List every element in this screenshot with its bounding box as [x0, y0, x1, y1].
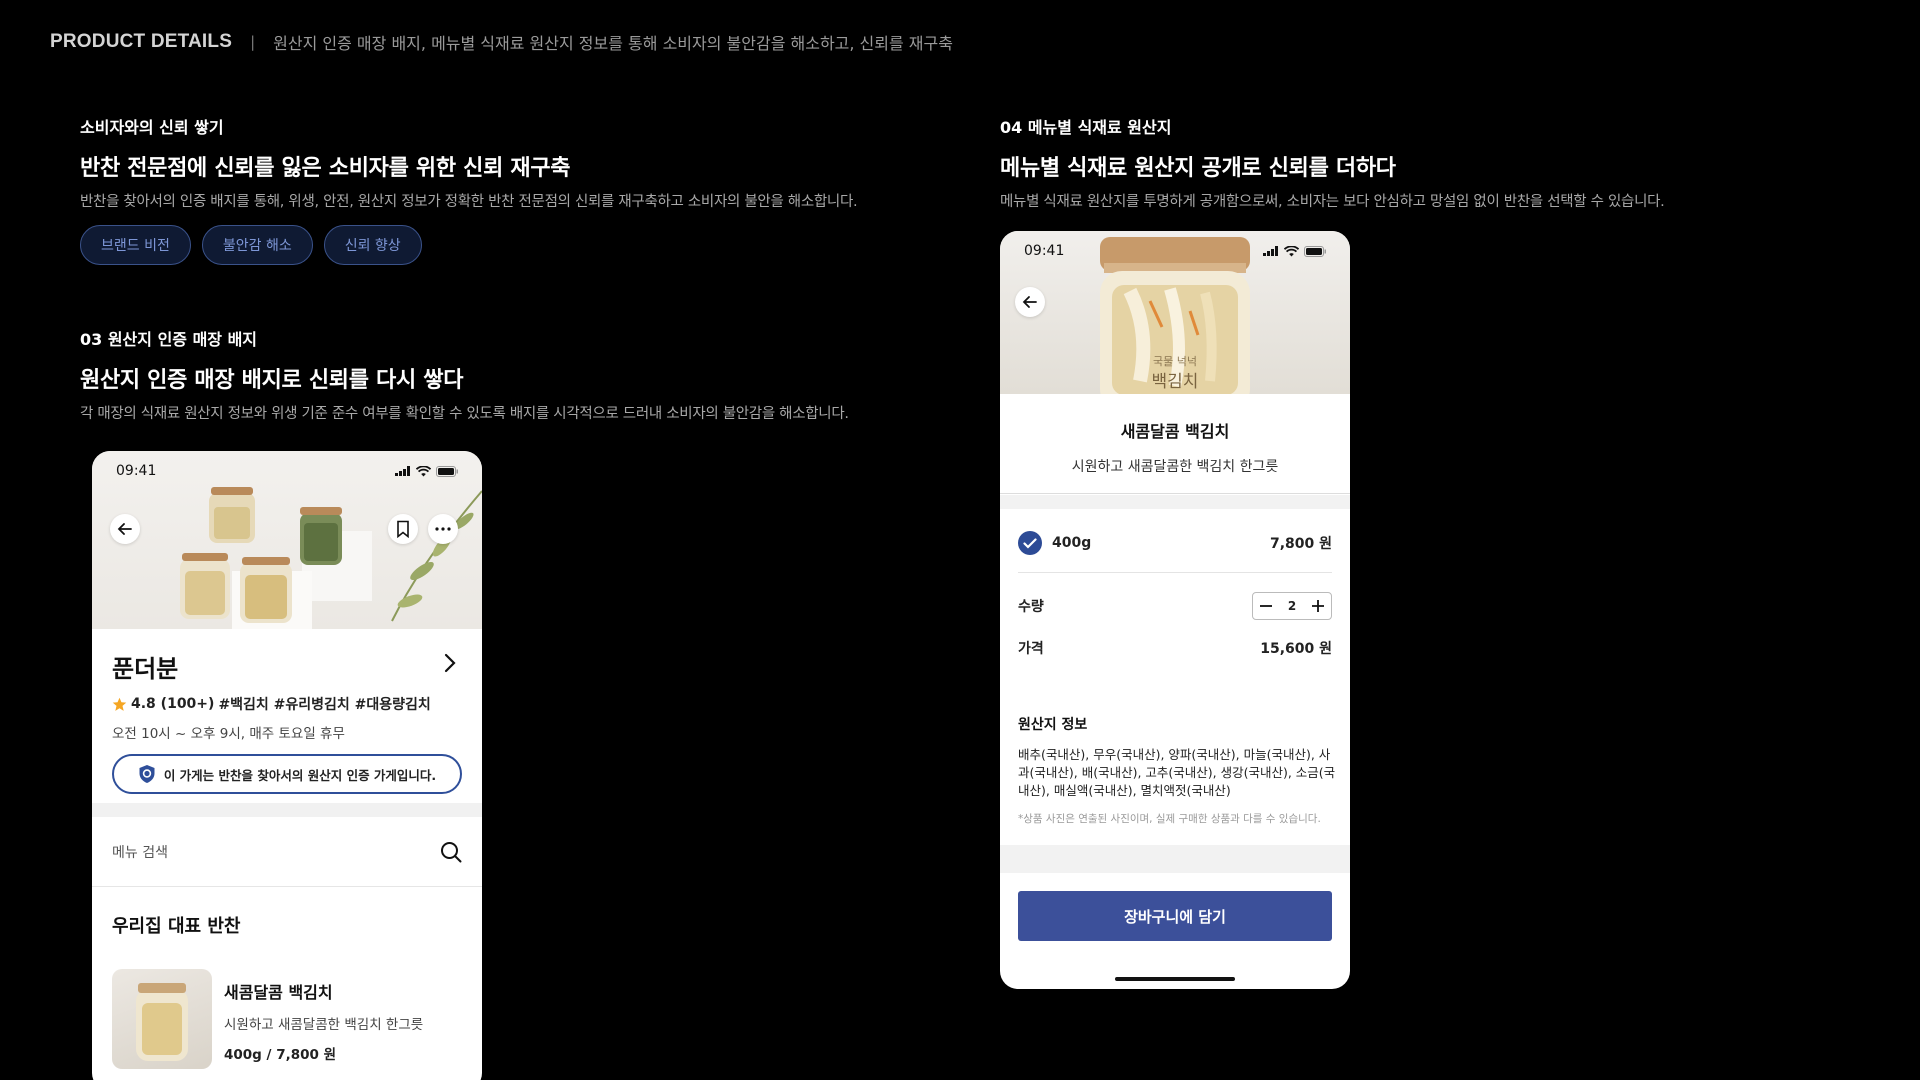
quantity-stepper[interactable]: 2: [1252, 592, 1332, 620]
store-detail-button[interactable]: [444, 653, 456, 677]
row-divider: [1018, 572, 1332, 573]
menu-item-name: 새콤달콤 백김치: [224, 983, 333, 1002]
status-bar: 09:41: [92, 451, 482, 491]
price-value: 15,600 원: [1260, 641, 1332, 657]
origin-info-text: 배추(국내산), 무우(국내산), 양파(국내산), 마늘(국내산), 사과(국…: [1018, 747, 1336, 799]
status-bar: 09:41: [1000, 231, 1350, 271]
more-button[interactable]: [428, 514, 458, 544]
status-icons: [395, 465, 458, 477]
store-rating-row: 4.8 (100+) #백김치 #유리병김치 #대용량김치: [112, 694, 462, 714]
menu-item-weight: 400g: [224, 1047, 262, 1063]
menu-item-text: 새콤달콤 백김치 시원하고 새콤달콤한 백김치 한그릇 400g / 7,800…: [224, 969, 423, 1069]
header-separator: |: [250, 33, 256, 51]
store-phone-mockup: 09:41 푼더분 4.8 (100+) #백김치 #유리병김치 #대용량김치 …: [92, 451, 482, 1080]
store-name: 푼더분: [112, 655, 179, 683]
section-description: 각 매장의 식재료 원산지 정보와 위생 기준 준수 여부를 확인할 수 있도록…: [80, 406, 849, 422]
minus-icon[interactable]: [1259, 599, 1273, 613]
section-trust: 소비자와의 신뢰 쌓기 반찬 전문점에 신뢰를 잃은 소비자를 위한 신뢰 재구…: [80, 114, 858, 265]
search-input[interactable]: 메뉴 검색: [112, 842, 168, 862]
back-button[interactable]: [1015, 287, 1045, 317]
menu-item-card[interactable]: 새콤달콤 백김치 시원하고 새콤달콤한 백김치 한그릇 400g / 7,800…: [112, 969, 462, 1069]
menu-item-price-row: 400g / 7,800 원: [224, 1043, 423, 1063]
menu-section-title: 우리집 대표 반찬: [112, 916, 241, 937]
status-time: 09:41: [116, 463, 157, 479]
section-divider: [92, 803, 482, 817]
arrow-left-icon: [117, 523, 132, 535]
signal-icon: [395, 466, 410, 476]
store-hashtags: #백김치 #유리병김치 #대용량김치: [218, 697, 431, 713]
option-checkbox[interactable]: [1018, 531, 1042, 555]
header-description: 원산지 인증 매장 배지, 메뉴별 식재료 원산지 정보를 통해 소비자의 불안…: [273, 34, 953, 53]
quantity-label: 수량: [1018, 599, 1044, 615]
bookmark-icon: [397, 520, 409, 538]
section-headline: 반찬 전문점에 신뢰를 잃은 소비자를 위한 신뢰 재구축: [80, 156, 571, 181]
cert-badge-text: 이 가게는 반찬을 찾아서의 원산지 인증 가게입니다.: [163, 767, 437, 783]
chevron-right-icon: [444, 653, 456, 673]
store-rating: 4.8 (100+): [131, 696, 215, 712]
section-headline: 원산지 인증 매장 배지로 신뢰를 다시 쌓다: [80, 368, 464, 393]
wifi-icon: [416, 465, 431, 476]
signal-icon: [1263, 246, 1278, 256]
section-description: 메뉴별 식재료 원산지를 투명하게 공개함으로써, 소비자는 보다 안심하고 망…: [1000, 194, 1665, 210]
tag-anxiety-relief: 불안감 해소: [201, 225, 313, 265]
section-description: 반찬을 찾아서의 인증 배지를 통해, 위생, 안전, 원산지 정보가 정확한 …: [80, 194, 858, 210]
option-label: 400g: [1052, 535, 1092, 551]
home-indicator: [1115, 977, 1235, 981]
jar-label-top: 국물 넉넉: [1153, 355, 1197, 368]
battery-icon: [1304, 245, 1326, 257]
product-name: 새콤달콤 백김치: [1120, 422, 1230, 441]
page-title: PRODUCT DETAILS: [50, 31, 233, 52]
option-price: 7,800 원: [1269, 536, 1332, 552]
section-eyebrow: 04 메뉴별 식재료 원산지: [1000, 118, 1172, 137]
section-headline: 메뉴별 식재료 원산지 공개로 신뢰를 더하다: [1000, 156, 1396, 181]
origin-cert-badge[interactable]: 이 가게는 반찬을 찾아서의 원산지 인증 가게입니다.: [112, 754, 462, 794]
jar-label: 백김치: [1152, 372, 1199, 392]
add-to-cart-button[interactable]: 장바구니에 담기: [1018, 891, 1332, 941]
quantity-value: 2: [1287, 599, 1297, 613]
section-origin: 04 메뉴별 식재료 원산지 메뉴별 식재료 원산지 공개로 신뢰를 더하다 메…: [1000, 114, 1665, 211]
check-icon: [1023, 537, 1037, 549]
product-header: 새콤달콤 백김치 시원하고 새콤달콤한 백김치 한그릇: [1000, 394, 1350, 494]
tag-brand-vision: 브랜드 비전: [80, 225, 191, 265]
option-row[interactable]: 400g 7,800 원: [1018, 528, 1332, 558]
section-badge: 03 원산지 인증 매장 배지 원산지 인증 매장 배지로 신뢰를 다시 쌓다 …: [80, 326, 849, 423]
price-label: 가격: [1018, 641, 1044, 657]
store-hours: 오전 10시 ~ 오후 9시, 매주 토요일 휴무: [112, 726, 345, 742]
more-dots-icon: [435, 527, 451, 531]
back-button[interactable]: [110, 514, 140, 544]
store-info: 푼더분 4.8 (100+) #백김치 #유리병김치 #대용량김치 오전 10시…: [92, 629, 482, 794]
status-time: 09:41: [1024, 243, 1065, 259]
status-icons: [1263, 245, 1326, 257]
battery-icon: [436, 465, 458, 477]
page-header: PRODUCT DETAILS | 원산지 인증 매장 배지, 메뉴별 식재료 …: [50, 30, 953, 54]
menu-thumbnail: [112, 969, 212, 1069]
menu-item-price: 7,800 원: [276, 1047, 337, 1063]
tag-list: 브랜드 비전 불안감 해소 신뢰 향상: [80, 225, 857, 265]
plus-icon[interactable]: [1311, 599, 1325, 613]
origin-info-title: 원산지 정보: [1018, 717, 1088, 733]
quantity-row: 수량 2: [1018, 591, 1332, 621]
wifi-icon: [1284, 245, 1299, 256]
section-eyebrow: 03 원산지 인증 매장 배지: [80, 330, 258, 349]
tag-trust-up: 신뢰 향상: [323, 225, 422, 265]
price-row: 가격 15,600 원: [1018, 633, 1332, 663]
menu-search-bar[interactable]: 메뉴 검색: [92, 817, 482, 887]
product-phone-mockup: 국물 넉넉 백김치 09:41 새콤달콤 백김치 시원하고 새콤달콤한 백김치 …: [1000, 231, 1350, 989]
origin-disclaimer: *상품 사진은 연출된 사진이며, 실제 구매한 상품과 다를 수 있습니다.: [1018, 813, 1321, 825]
arrow-left-icon: [1022, 296, 1037, 308]
shield-icon: [139, 765, 155, 783]
star-icon: [112, 697, 127, 711]
product-subtitle: 시원하고 새콤달콤한 백김치 한그릇: [1071, 459, 1279, 475]
bookmark-button[interactable]: [388, 514, 418, 544]
section-divider: [1000, 495, 1350, 509]
menu-item-price-separator: /: [266, 1047, 272, 1063]
section-divider: [1000, 845, 1350, 873]
menu-item-subtitle: 시원하고 새콤달콤한 백김치 한그릇: [224, 1017, 424, 1033]
search-icon[interactable]: [440, 841, 462, 863]
kimchi-jar-thumbnail: [136, 983, 188, 1061]
section-eyebrow: 소비자와의 신뢰 쌓기: [80, 118, 224, 137]
